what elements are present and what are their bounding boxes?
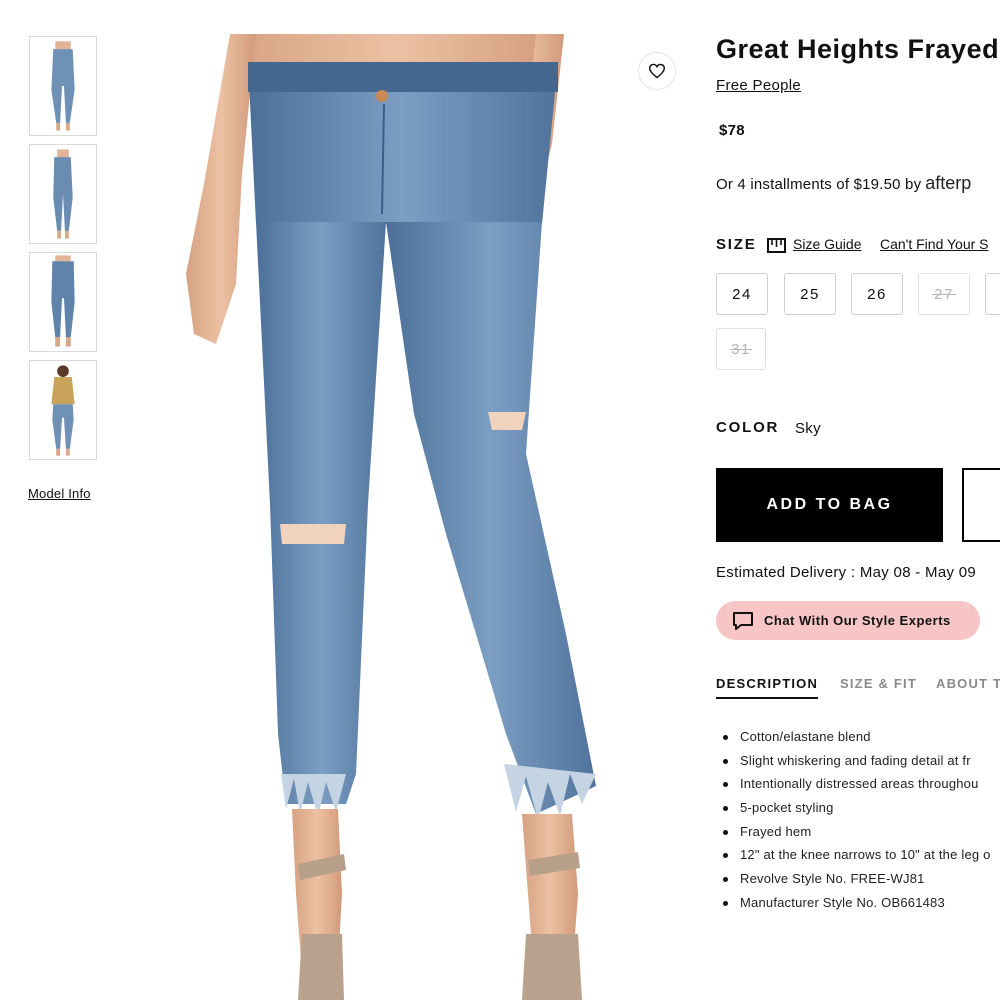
thumbnail-image-front	[30, 37, 96, 135]
color-label: COLOR	[716, 419, 780, 436]
description-item: Revolve Style No. FREE-WJ81	[716, 867, 1000, 891]
afterpay-logo[interactable]: afterp	[925, 173, 971, 193]
size-option-27[interactable]: 27	[918, 273, 970, 315]
size-option-31[interactable]: 31	[716, 328, 766, 370]
thumbnail-2[interactable]	[29, 144, 97, 244]
chat-style-experts-button[interactable]: Chat With Our Style Experts	[716, 601, 980, 640]
description-item: Manufacturer Style No. OB661483	[716, 891, 1000, 915]
installments-text: Or 4 installments of $19.50 by	[716, 176, 922, 193]
description-item: Cotton/elastane blend	[716, 725, 1000, 749]
product-price: $78	[719, 122, 745, 139]
tab-size-fit[interactable]: SIZE & FIT	[840, 676, 917, 691]
tab-description[interactable]: DESCRIPTION	[716, 676, 819, 699]
tab-about[interactable]: ABOUT T	[936, 676, 1000, 691]
thumbnail-image-back	[30, 253, 96, 351]
secondary-action-button[interactable]	[962, 468, 1000, 542]
color-value: Sky	[795, 420, 821, 437]
thumbnail-image-outfit	[30, 361, 96, 459]
model-info-link[interactable]: Model Info	[28, 486, 91, 501]
size-option-25[interactable]: 25	[784, 273, 836, 315]
chat-bubble-icon	[733, 611, 753, 630]
description-item: 12" at the knee narrows to 10" at the le…	[716, 843, 1000, 867]
description-item: Frayed hem	[716, 820, 1000, 844]
brand-link[interactable]: Free People	[716, 77, 801, 94]
description-list: Cotton/elastane blend Slight whiskering …	[716, 725, 1000, 915]
description-item: 5-pocket styling	[716, 796, 1000, 820]
ruler-icon	[767, 238, 786, 253]
add-to-bag-button[interactable]: ADD TO BAG	[716, 468, 943, 542]
chat-label: Chat With Our Style Experts	[764, 613, 951, 628]
thumbnail-4[interactable]	[29, 360, 97, 460]
size-option-partial[interactable]	[985, 273, 1000, 315]
installments-info: Or 4 installments of $19.50 by afterp	[716, 173, 971, 194]
size-option-24[interactable]: 24	[716, 273, 768, 315]
main-product-image	[186, 34, 618, 1000]
estimated-delivery: Estimated Delivery : May 08 - May 09	[716, 564, 977, 581]
size-label: SIZE	[716, 236, 757, 253]
size-guide-link[interactable]: Size Guide	[793, 236, 861, 252]
wishlist-button[interactable]	[638, 52, 676, 90]
thumbnail-image-side	[30, 145, 96, 243]
heart-icon	[648, 63, 666, 79]
product-title: Great Heights Frayed	[716, 34, 1000, 64]
size-option-26[interactable]: 26	[851, 273, 903, 315]
thumbnail-3[interactable]	[29, 252, 97, 352]
thumbnail-1[interactable]	[29, 36, 97, 136]
description-item: Intentionally distressed areas throughou	[716, 772, 1000, 796]
cant-find-size-link[interactable]: Can't Find Your S	[880, 236, 989, 252]
description-item: Slight whiskering and fading detail at f…	[716, 749, 1000, 773]
